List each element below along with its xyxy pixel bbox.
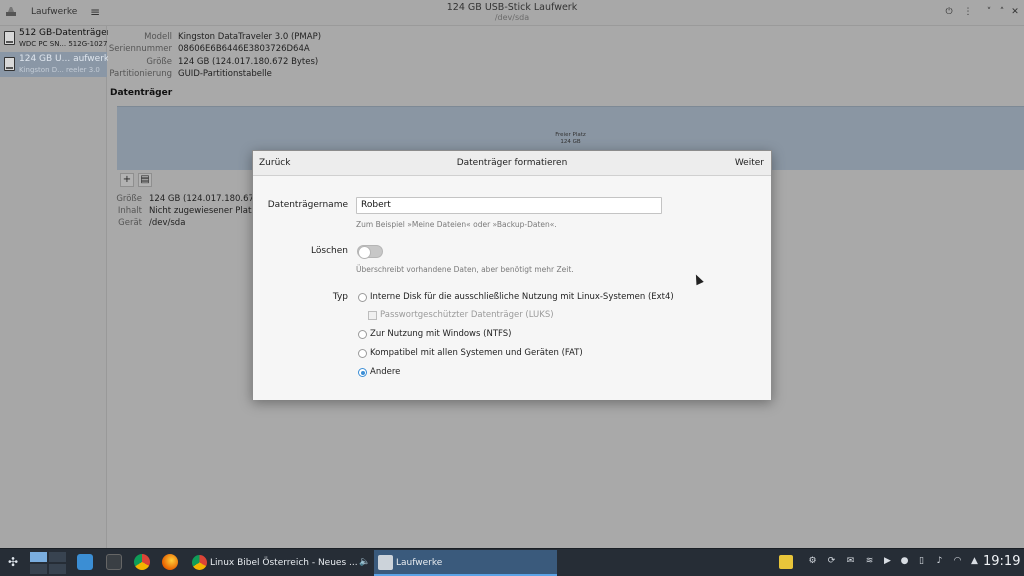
- file-manager-icon[interactable]: [77, 554, 93, 570]
- usb-drive-icon: [4, 57, 15, 71]
- volumes-section-title: Datenträger: [110, 88, 173, 98]
- rss-tray-icon[interactable]: ≋: [864, 556, 875, 567]
- disks-app-icon: [378, 555, 393, 570]
- drive-sidebar: 512 GB-Datenträger WDC PC SN... 512G-102…: [0, 26, 111, 548]
- erase-label: Löschen: [311, 246, 348, 256]
- power-icon[interactable]: ⏻: [943, 6, 955, 18]
- sidebar-item-subtitle: Kingston D... reeler 3.0: [19, 66, 100, 74]
- option-fat-label: Kompatibel mit allen Systemen und Geräte…: [370, 348, 583, 358]
- window-close-icon[interactable]: ✕: [1009, 6, 1021, 18]
- size-label: Größe: [146, 57, 172, 67]
- tray-expand-icon[interactable]: ▲: [969, 556, 980, 567]
- desktop-2[interactable]: [49, 552, 66, 562]
- dialog-title: Datenträger formatieren: [456, 158, 568, 168]
- window-title: 124 GB USB-Stick Laufwerk: [446, 2, 578, 13]
- serial-label: Seriennummer: [108, 44, 172, 54]
- dialog-header: Zurück Datenträger formatieren Weiter: [253, 151, 771, 176]
- radio-ntfs[interactable]: [358, 330, 367, 339]
- sidebar-item-title: 512 GB-Datenträger: [19, 28, 111, 38]
- volume-content-label: Inhalt: [117, 206, 142, 216]
- partitioning-value: GUID-Partitionstabelle: [178, 69, 272, 79]
- volume-size-label: Größe: [116, 194, 142, 204]
- sidebar-item-usb-drive[interactable]: 124 GB U... aufwerk Kingston D... reeler…: [0, 52, 110, 77]
- notification-icon[interactable]: ●: [899, 556, 910, 567]
- updates-tray-icon[interactable]: ⟳: [826, 556, 837, 567]
- desktop-1[interactable]: [30, 552, 47, 562]
- terminal-icon[interactable]: [106, 554, 122, 570]
- media-player-icon[interactable]: ▶: [882, 556, 893, 567]
- chrome-icon[interactable]: [134, 554, 150, 570]
- checkbox-luks: [368, 311, 377, 320]
- volume-bar-label: Freier Platz 124 GB: [117, 132, 1024, 146]
- volume-name-input[interactable]: Robert: [356, 197, 662, 214]
- type-label: Typ: [332, 292, 348, 302]
- volume-size-value: 124 GB (124.017.180.672: [149, 194, 260, 204]
- erase-hint: Überschreibt vorhandene Daten, aber benö…: [356, 265, 574, 274]
- audio-playing-icon[interactable]: 🔈: [359, 557, 370, 567]
- settings-tray-icon[interactable]: ⚙: [807, 556, 818, 567]
- option-other-label: Andere: [370, 367, 401, 377]
- taskbar: ✣ Linux Bibel Österreich - Neues ... 🔈 L…: [0, 548, 1024, 576]
- volume-name-hint: Zum Beispiel »Meine Dateien« oder »Backu…: [356, 220, 557, 229]
- clipboard-icon[interactable]: ▯: [916, 556, 927, 567]
- task-disks-window[interactable]: Laufwerke: [374, 550, 557, 576]
- task-label: Linux Bibel Österreich - Neues ...: [210, 558, 358, 568]
- next-button[interactable]: Weiter: [735, 158, 764, 168]
- window-maximize-icon[interactable]: ˄: [996, 6, 1008, 18]
- radio-other[interactable]: [358, 368, 367, 377]
- volume-free-size: 124 GB: [560, 139, 581, 145]
- sidebar-item-title: 124 GB U... aufwerk: [19, 54, 110, 64]
- volume-name-label: Datenträgername: [267, 200, 348, 210]
- task-label: Laufwerke: [396, 558, 443, 568]
- window-minimize-icon[interactable]: ˅: [983, 6, 995, 18]
- volume-icon[interactable]: ♪: [934, 556, 945, 567]
- mail-tray-icon[interactable]: ✉: [845, 556, 856, 567]
- sidebar-item-subtitle: WDC PC SN... 512G-1027: [19, 40, 108, 48]
- desktop-4[interactable]: [49, 564, 66, 574]
- size-value: 124 GB (124.017.180.672 Bytes): [178, 57, 319, 67]
- application-launcher-icon[interactable]: ✣: [8, 555, 22, 569]
- firefox-icon[interactable]: [162, 554, 178, 570]
- volume-device-value: /dev/sda: [149, 218, 186, 228]
- dialog-body: Datenträgername Robert Zum Beispiel »Mei…: [253, 176, 771, 400]
- option-ntfs-label: Zur Nutzung mit Windows (NTFS): [370, 329, 512, 339]
- volume-free-label: Freier Platz: [555, 132, 586, 138]
- drive-menu-icon[interactable]: ⋮: [962, 6, 974, 18]
- radio-ext4[interactable]: [358, 293, 367, 302]
- volume-content-value: Nicht zugewiesener Platz: [149, 206, 256, 216]
- title-bar: Laufwerke ≡ 124 GB USB-Stick Laufwerk /d…: [0, 0, 1024, 26]
- chrome-icon: [192, 555, 207, 570]
- option-luks-label: Passwortgeschützter Datenträger (LUKS): [380, 310, 554, 320]
- virtual-desktop-pager[interactable]: [30, 552, 66, 574]
- task-chrome-window[interactable]: Linux Bibel Österreich - Neues ... 🔈: [188, 550, 371, 576]
- desktop-3[interactable]: [30, 564, 47, 574]
- create-partition-button[interactable]: +: [120, 173, 134, 187]
- clock[interactable]: 19:19: [983, 554, 1020, 569]
- sidebar-item-internal-disk[interactable]: 512 GB-Datenträger WDC PC SN... 512G-102…: [0, 26, 111, 51]
- partition-menu-button[interactable]: ▤: [138, 173, 152, 187]
- volume-device-label: Gerät: [118, 218, 142, 228]
- model-value: Kingston DataTraveler 3.0 (PMAP): [178, 32, 322, 42]
- option-ext4-label: Interne Disk für die ausschließliche Nut…: [370, 292, 674, 302]
- partitioning-label: Partitionierung: [109, 69, 172, 79]
- erase-toggle[interactable]: [357, 245, 383, 259]
- notes-icon[interactable]: [779, 555, 793, 569]
- radio-fat[interactable]: [358, 349, 367, 358]
- network-wifi-icon[interactable]: ◠: [952, 556, 963, 567]
- model-label: Modell: [144, 32, 172, 42]
- serial-value: 08606E6B6446E3803726D64A: [178, 44, 310, 54]
- window-subtitle: /dev/sda: [494, 13, 530, 22]
- harddisk-icon: [4, 31, 15, 45]
